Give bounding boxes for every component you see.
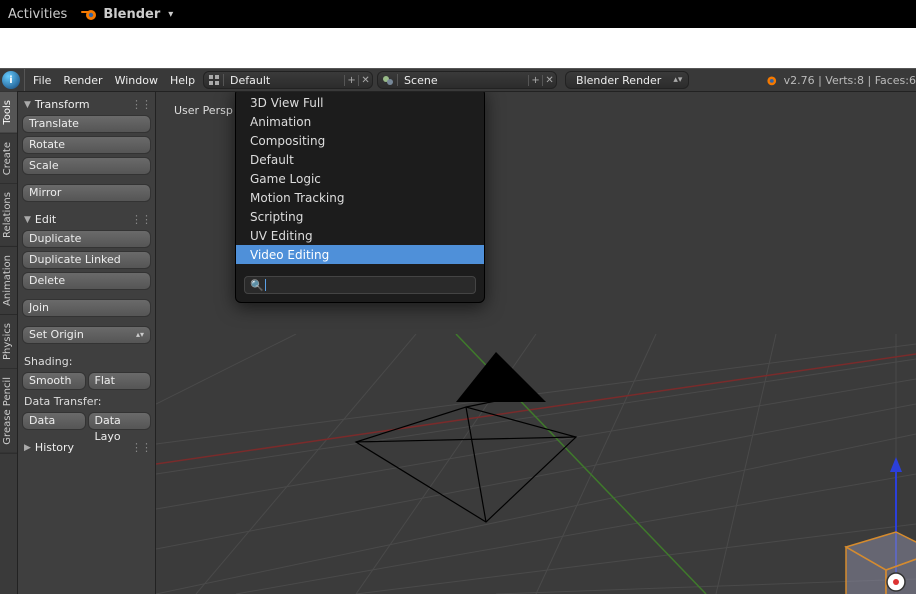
menu-render[interactable]: Render xyxy=(57,70,108,90)
gnome-top-bar: Activities Blender ▾ xyxy=(0,0,916,28)
activities-button[interactable]: Activities xyxy=(8,7,67,22)
mirror-button[interactable]: Mirror xyxy=(22,184,151,202)
layout-option-scripting[interactable]: Scripting xyxy=(236,207,484,226)
duplicate-button[interactable]: Duplicate xyxy=(22,230,151,248)
drag-handle-icon[interactable]: ⋮⋮ xyxy=(131,441,151,454)
layout-search-field[interactable]: 🔍 xyxy=(244,276,476,294)
menu-help[interactable]: Help xyxy=(164,70,201,90)
scene-icon xyxy=(378,74,398,86)
camera-object xyxy=(346,352,606,552)
menu-file[interactable]: File xyxy=(27,70,57,90)
render-engine-dropdown[interactable]: Blender Render ▴▾ xyxy=(565,71,689,89)
layout-option-uv-editing[interactable]: UV Editing xyxy=(236,226,484,245)
toolshelf-tabs: Tools Create Relations Animation Physics… xyxy=(0,92,18,594)
layout-option-default[interactable]: Default xyxy=(236,150,484,169)
scene-value: Scene xyxy=(398,74,528,87)
scene-add-button[interactable]: + xyxy=(528,75,542,86)
blender-icon xyxy=(81,6,97,22)
set-origin-label: Set Origin xyxy=(29,327,84,343)
vtab-physics[interactable]: Physics xyxy=(0,315,17,369)
set-origin-dropdown[interactable]: Set Origin ▴▾ xyxy=(22,326,151,344)
drag-handle-icon[interactable]: ⋮⋮ xyxy=(131,98,151,111)
layout-option-motion-tracking[interactable]: Motion Tracking xyxy=(236,188,484,207)
vtab-tools[interactable]: Tools xyxy=(0,92,17,134)
disclosure-down-icon: ▼ xyxy=(24,100,31,110)
panel-edit-header[interactable]: ▼ Edit ⋮⋮ xyxy=(22,211,151,230)
screen-layout-value: Default xyxy=(224,74,344,87)
chevron-down-icon: ▾ xyxy=(168,9,173,20)
layout-option-compositing[interactable]: Compositing xyxy=(236,131,484,150)
scene-delete-button[interactable]: ✕ xyxy=(542,75,556,86)
translate-button[interactable]: Translate xyxy=(22,115,151,133)
grid-floor xyxy=(156,334,916,594)
join-button[interactable]: Join xyxy=(22,299,151,317)
panel-history-header[interactable]: ▶ History ⋮⋮ xyxy=(22,439,151,458)
layout-option-video-editing[interactable]: Video Editing xyxy=(236,245,484,264)
axis-y xyxy=(456,334,706,594)
3d-viewport[interactable]: User Persp xyxy=(156,92,916,594)
info-icon: i xyxy=(2,71,20,89)
tool-shelf: ▼ Transform ⋮⋮ Translate Rotate Scale Mi… xyxy=(18,92,156,594)
vtab-relations[interactable]: Relations xyxy=(0,184,17,247)
disclosure-down-icon: ▼ xyxy=(24,215,31,225)
axis-x xyxy=(156,354,916,464)
delete-button[interactable]: Delete xyxy=(22,272,151,290)
layout-search-input[interactable] xyxy=(266,279,471,292)
duplicate-linked-button[interactable]: Duplicate Linked xyxy=(22,251,151,269)
blender-info-header: i File Render Window Help Default + ✕ Sc… xyxy=(0,68,916,92)
window-gap xyxy=(0,28,916,68)
layout-add-button[interactable]: + xyxy=(344,75,358,86)
default-cube xyxy=(826,452,916,594)
panel-edit-title: Edit xyxy=(35,213,56,226)
view-perspective-label: User Persp xyxy=(174,104,233,117)
layout-option-animation[interactable]: Animation xyxy=(236,112,484,131)
rotate-button[interactable]: Rotate xyxy=(22,136,151,154)
data-layout-button[interactable]: Data Layo xyxy=(88,412,152,430)
data-transfer-label: Data Transfer: xyxy=(22,393,151,412)
scale-button[interactable]: Scale xyxy=(22,157,151,175)
vtab-animation[interactable]: Animation xyxy=(0,247,17,315)
shade-smooth-button[interactable]: Smooth xyxy=(22,372,86,390)
layout-option-list: 3D View Full Animation Compositing Defau… xyxy=(236,92,484,272)
scene-stats: v2.76 | Verts:8 | Faces:6 xyxy=(784,74,916,87)
drag-handle-icon[interactable]: ⋮⋮ xyxy=(131,213,151,226)
layout-option-game-logic[interactable]: Game Logic xyxy=(236,169,484,188)
panel-history-title: History xyxy=(35,441,74,454)
vtab-create[interactable]: Create xyxy=(0,134,17,184)
blender-icon xyxy=(762,72,778,88)
layout-grid-icon xyxy=(204,74,224,86)
disclosure-right-icon: ▶ xyxy=(24,443,31,453)
shade-flat-button[interactable]: Flat xyxy=(88,372,152,390)
layout-delete-button[interactable]: ✕ xyxy=(358,75,372,86)
chevron-updown-icon: ▴▾ xyxy=(136,327,144,343)
active-app-menu[interactable]: Blender ▾ xyxy=(81,6,173,22)
shading-label: Shading: xyxy=(22,353,151,372)
screen-layout-popup: 3D View Full Animation Compositing Defau… xyxy=(235,92,485,303)
panel-transform-header[interactable]: ▼ Transform ⋮⋮ xyxy=(22,96,151,115)
menu-window[interactable]: Window xyxy=(109,70,164,90)
data-button[interactable]: Data xyxy=(22,412,86,430)
editor-type-button[interactable]: i xyxy=(0,70,22,90)
chevron-updown-icon: ▴▾ xyxy=(673,75,682,85)
search-icon: 🔍 xyxy=(249,279,265,292)
panel-transform-title: Transform xyxy=(35,98,90,111)
scene-dropdown[interactable]: Scene + ✕ xyxy=(377,71,557,89)
render-engine-value: Blender Render xyxy=(576,74,661,87)
screen-layout-dropdown[interactable]: Default + ✕ xyxy=(203,71,373,89)
layout-option-3d-view-full[interactable]: 3D View Full xyxy=(236,93,484,112)
active-app-name: Blender xyxy=(103,7,160,22)
vtab-grease-pencil[interactable]: Grease Pencil xyxy=(0,369,17,454)
